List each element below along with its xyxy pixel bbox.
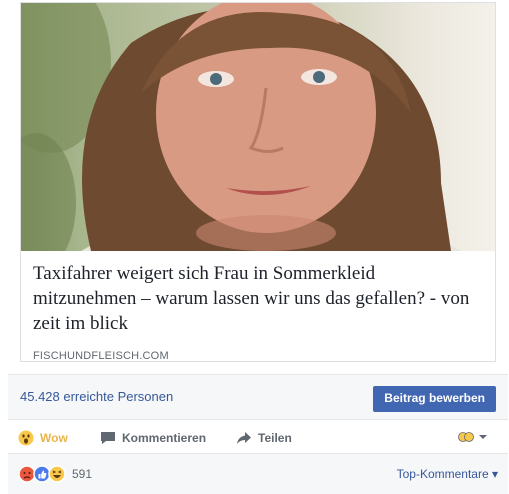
reach-bar: 45.428 erreichte Personen Beitrag bewerb… (8, 374, 508, 420)
boost-post-button[interactable]: Beitrag bewerben (373, 386, 496, 412)
share-label: Teilen (258, 431, 292, 445)
action-bar: Wow Kommentieren Teilen (8, 420, 508, 454)
article-source: FISCHUNDFLEISCH.COM (33, 350, 169, 362)
comment-button[interactable]: Kommentieren (100, 429, 206, 447)
wow-icon (18, 430, 34, 446)
article-headline[interactable]: Taxifahrer weigert sich Frau in Sommerkl… (33, 261, 483, 336)
top-comments-dropdown[interactable]: Top-Kommentare ▾ (397, 467, 498, 481)
comment-icon (101, 432, 115, 444)
reaction-summary-icons (18, 465, 66, 483)
chevron-down-icon (479, 435, 487, 439)
wow-reaction-button[interactable]: Wow (18, 429, 68, 447)
angry-icon (18, 465, 36, 483)
comment-label: Kommentieren (122, 431, 207, 445)
article-photo[interactable] (21, 3, 495, 251)
portrait-image (21, 3, 461, 251)
wow-label: Wow (40, 431, 68, 445)
share-button[interactable]: Teilen (236, 429, 292, 447)
reaction-count[interactable]: 591 (72, 467, 92, 481)
reaction-icons[interactable] (18, 464, 68, 484)
link-preview-card[interactable]: Taxifahrer weigert sich Frau in Sommerkl… (20, 2, 496, 362)
haha-icon (48, 465, 66, 483)
reach-count-link[interactable]: 45.428 erreichte Personen (20, 389, 173, 404)
reaction-faces-icon (458, 432, 474, 442)
reactions-summary-bar: 591 Top-Kommentare ▾ (8, 454, 508, 494)
reaction-selector-dropdown[interactable] (458, 430, 488, 444)
share-arrow-icon (237, 432, 251, 444)
